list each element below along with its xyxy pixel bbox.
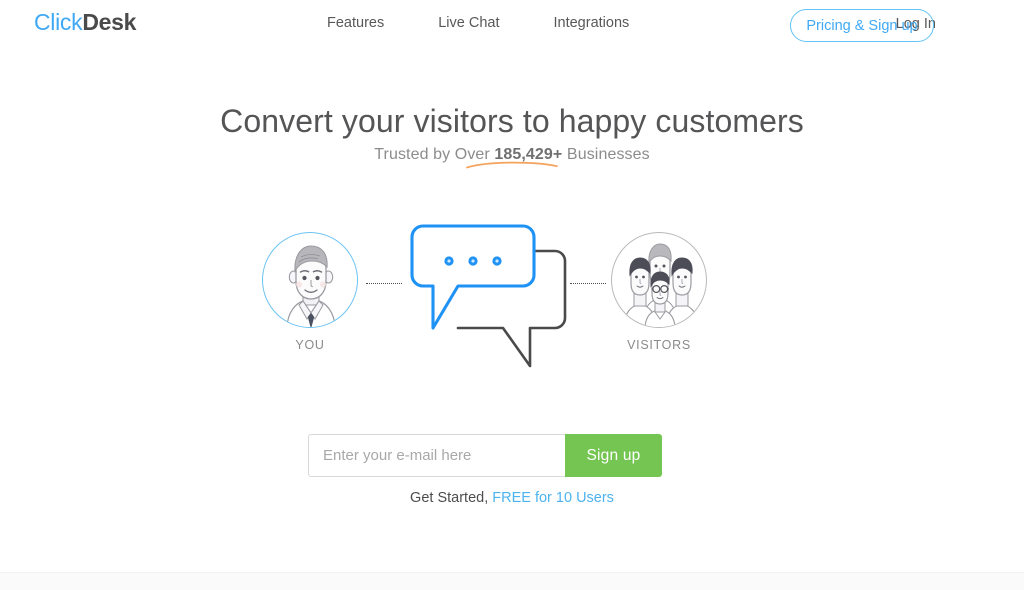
hero-subtitle: Trusted by Over 185,429+ Businesses: [0, 146, 1024, 164]
main-navigation: Features Live Chat Integrations: [300, 15, 656, 31]
nav-item-integrations[interactable]: Integrations: [527, 15, 657, 31]
logo-text-click: Click: [34, 9, 83, 35]
person-avatar-icon: [262, 232, 358, 328]
pricing-signup-button[interactable]: Pricing & Sign up: [790, 9, 934, 42]
hero-subtitle-suffix: Businesses: [562, 146, 650, 163]
page-title: Convert your visitors to happy customers: [220, 103, 804, 139]
site-header: ClickDesk Features Live Chat Integration…: [0, 0, 1024, 52]
logo[interactable]: ClickDesk: [34, 9, 136, 36]
visitors-block: VISITORS: [611, 232, 707, 352]
signup-button[interactable]: Sign up: [565, 434, 662, 477]
visitors-label: VISITORS: [627, 338, 691, 352]
you-label: YOU: [295, 338, 325, 352]
connector-line-left: [366, 283, 402, 284]
get-started-prefix: Get Started,: [410, 490, 493, 506]
hero-illustration: YOU VISITORS: [0, 218, 1024, 368]
hero-subtitle-prefix: Trusted by Over: [374, 146, 495, 163]
you-block: YOU: [262, 232, 358, 352]
nav-item-features[interactable]: Features: [300, 15, 411, 31]
logo-text-desk: Desk: [82, 9, 137, 35]
nav-item-live-chat[interactable]: Live Chat: [411, 15, 526, 31]
get-started-note: Get Started, FREE for 10 Users: [0, 490, 1024, 506]
chat-bubbles-icon: [405, 218, 585, 378]
free-for-10-users-link[interactable]: FREE for 10 Users: [492, 490, 614, 506]
business-count: 185,429+: [494, 146, 563, 163]
people-group-avatar-icon: [611, 232, 707, 328]
email-input[interactable]: [308, 434, 565, 477]
signup-form: Sign up: [308, 434, 662, 477]
footer-band: [0, 572, 1024, 590]
